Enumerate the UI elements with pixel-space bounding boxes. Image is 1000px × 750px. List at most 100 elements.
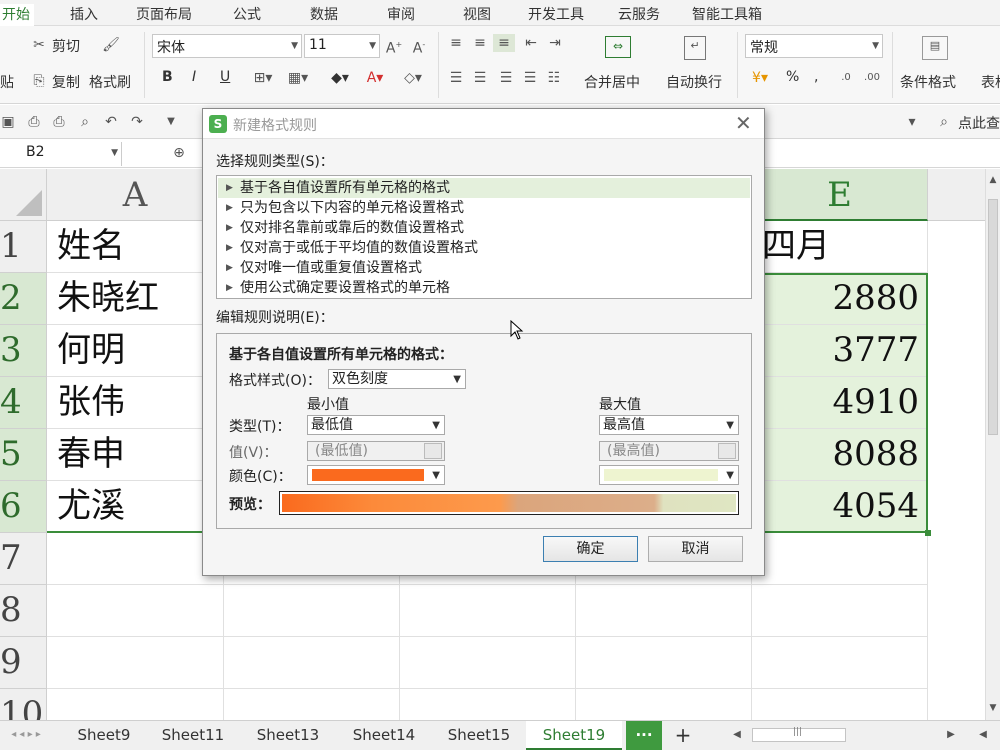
table-style-button[interactable]: 表格 (981, 72, 1000, 92)
italic-button[interactable]: I (192, 69, 196, 85)
cell[interactable] (47, 689, 224, 720)
menu-tab-developer[interactable]: 开发工具 (528, 4, 584, 24)
paste-button[interactable]: 粘贴 (0, 72, 14, 92)
cell-reference-box[interactable]: B2 ▼ (0, 142, 122, 166)
decrease-font-icon[interactable]: A- (410, 36, 428, 58)
cell-e6[interactable]: 4054 (752, 481, 928, 533)
row-header[interactable]: 8 (0, 585, 47, 637)
row-header[interactable]: 2 (0, 273, 47, 325)
menu-tab-cloud[interactable]: 云服务 (618, 4, 660, 24)
range-picker-icon[interactable] (424, 443, 442, 459)
cell-a5[interactable]: 春申 (47, 429, 224, 481)
search-hint[interactable]: 点此查 (958, 113, 1000, 133)
sheet-tab[interactable]: Sheet15 (432, 721, 526, 750)
rule-item[interactable]: ▶ 基于各自值设置所有单元格的格式 (218, 178, 750, 198)
redo-icon[interactable]: ↷ (129, 113, 145, 131)
menu-tab-insert[interactable]: 插入 (70, 4, 98, 24)
sheet-tab[interactable]: Sheet11 (146, 721, 240, 750)
cell-e2[interactable]: 2880 (752, 273, 928, 325)
cell-e4[interactable]: 4910 (752, 377, 928, 429)
range-picker-icon[interactable] (718, 443, 736, 459)
sheet-tab-active[interactable]: Sheet19 (526, 721, 622, 750)
row-header[interactable]: 4 (0, 377, 47, 429)
tab-navigation-arrows-icon[interactable]: ◂ ◂ ▸ ▸ (2, 726, 50, 744)
cell[interactable] (47, 533, 224, 585)
bold-button[interactable]: B (162, 69, 173, 85)
rule-item[interactable]: ▶ 仅对唯一值或重复值设置格式 (218, 258, 750, 278)
decrease-indent-icon[interactable]: ⇤ (522, 34, 540, 52)
font-name-select[interactable]: 宋体 ▼ (152, 34, 302, 58)
cell[interactable] (576, 637, 752, 689)
menu-tab-view[interactable]: 视图 (463, 4, 491, 24)
column-header-a[interactable]: A (47, 169, 224, 221)
cell-a2[interactable]: 朱晓红 (47, 273, 224, 325)
save-icon[interactable]: ▣ (0, 113, 16, 131)
row-header[interactable]: 10 (0, 689, 47, 720)
cell-a3[interactable]: 何明 (47, 325, 224, 377)
sheet-tab[interactable]: Sheet14 (336, 721, 432, 750)
scroll-end-icon[interactable]: ◀ (976, 726, 990, 744)
row-header[interactable]: 3 (0, 325, 47, 377)
print-icon[interactable]: ⎙ (51, 113, 67, 131)
cell[interactable] (576, 689, 752, 720)
menu-tab-data[interactable]: 数据 (310, 4, 338, 24)
comma-button[interactable]: , (814, 69, 818, 85)
format-painter-button[interactable]: 格式刷 (89, 72, 131, 92)
min-value-field[interactable]: (最低值) (307, 441, 445, 461)
cell[interactable] (752, 585, 928, 637)
horizontal-scroll-thumb[interactable]: ||| (752, 727, 846, 742)
row-header[interactable]: 9 (0, 637, 47, 689)
rule-item[interactable]: ▶ 只为包含以下内容的单元格设置格式 (218, 198, 750, 218)
copy-button[interactable]: 复制 (52, 72, 80, 92)
undo-icon[interactable]: ↶ (103, 113, 119, 131)
cell[interactable] (752, 637, 928, 689)
rule-item[interactable]: ▶ 使用公式确定要设置格式的单元格 (218, 278, 750, 298)
cut-button[interactable]: 剪切 (52, 36, 80, 56)
clear-format-icon[interactable]: ◇▾ (398, 69, 428, 87)
pin-icon[interactable]: ▾ (904, 113, 920, 131)
scroll-up-icon[interactable]: ▲ (986, 171, 1000, 189)
column-header-e[interactable]: E (752, 169, 928, 221)
cell[interactable] (752, 533, 928, 585)
merge-center-button[interactable]: 合并居中 (584, 72, 640, 92)
conditional-format-icon[interactable]: ▤ (922, 36, 948, 60)
distributed-icon[interactable]: ☷ (545, 69, 563, 87)
merge-center-icon[interactable]: ⇔ (605, 36, 631, 58)
rule-item[interactable]: ▶ 仅对高于或低于平均值的数值设置格式 (218, 238, 750, 258)
row-header[interactable]: 7 (0, 533, 47, 585)
format-style-select[interactable]: 双色刻度 ▼ (328, 369, 466, 389)
fill-color-icon[interactable]: ◆▾ (325, 69, 355, 87)
merge-cells-grid-icon[interactable]: ▦▾ (283, 69, 313, 87)
customize-dropdown-icon[interactable]: ▼ (163, 113, 179, 131)
increase-font-icon[interactable]: A+ (385, 36, 403, 58)
add-sheet-button[interactable]: + (668, 721, 698, 750)
cell[interactable] (224, 637, 400, 689)
cell[interactable] (400, 689, 576, 720)
format-painter-brush-icon[interactable]: 🖌 (100, 36, 122, 54)
cell-a4[interactable]: 张伟 (47, 377, 224, 429)
scroll-thumb[interactable] (988, 199, 998, 435)
export-icon[interactable]: ⎙ (26, 113, 42, 131)
cell[interactable] (576, 585, 752, 637)
menu-tab-formulas[interactable]: 公式 (233, 4, 261, 24)
scroll-right-icon[interactable]: ▶ (944, 726, 958, 744)
wrap-text-button[interactable]: 自动换行 (666, 72, 722, 92)
column-header[interactable] (928, 169, 985, 221)
sheet-tab[interactable]: Sheet9 (62, 721, 146, 750)
fill-handle[interactable] (925, 530, 931, 536)
min-type-select[interactable]: 最低值 ▼ (307, 415, 445, 435)
align-top-icon[interactable]: ≡ (447, 34, 465, 52)
number-format-select[interactable]: 常规 ▼ (745, 34, 883, 58)
borders-icon[interactable]: ⊞▾ (249, 69, 277, 87)
menu-tab-home[interactable]: 开始 (0, 4, 34, 26)
row-header[interactable]: 5 (0, 429, 47, 481)
menu-tab-review[interactable]: 审阅 (387, 4, 415, 24)
cell-e1[interactable]: 四月 (752, 221, 928, 273)
row-header[interactable]: 6 (0, 481, 47, 533)
menu-tab-page-layout[interactable]: 页面布局 (136, 4, 192, 24)
wrap-text-icon[interactable]: ↵ (684, 36, 706, 60)
max-color-picker[interactable]: ▼ (599, 465, 739, 485)
menu-tab-smart-tools[interactable]: 智能工具箱 (692, 4, 762, 24)
sheet-tab[interactable]: Sheet13 (240, 721, 336, 750)
align-left-icon[interactable]: ☰ (447, 69, 465, 87)
